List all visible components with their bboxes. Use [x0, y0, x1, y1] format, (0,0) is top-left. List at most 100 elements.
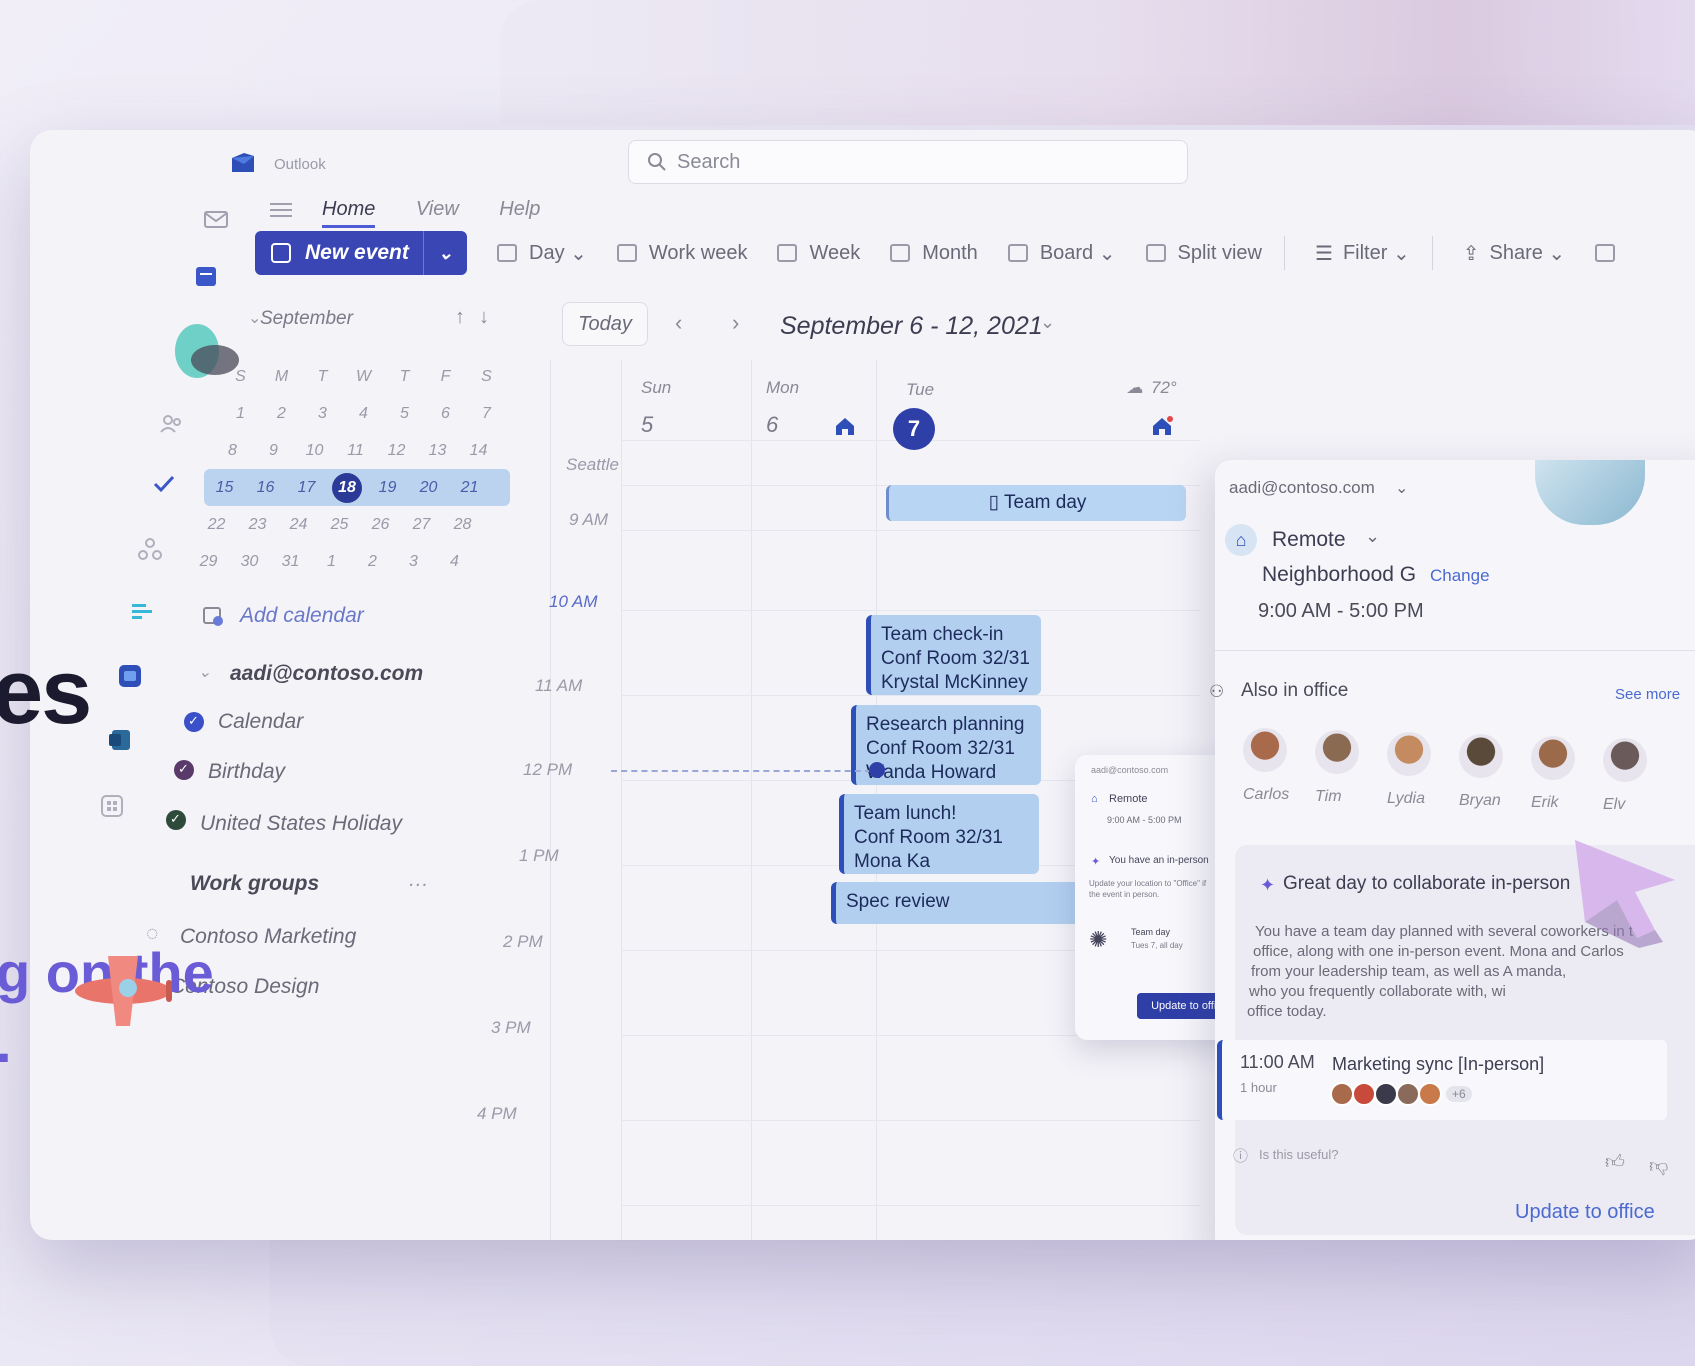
apps-icon[interactable]	[98, 792, 126, 820]
person-avatar[interactable]	[1243, 728, 1287, 772]
share-button[interactable]: ⇪ Share ⌄	[1463, 241, 1565, 266]
mini-calendar-day[interactable]: 28	[442, 516, 483, 534]
person-avatar[interactable]	[1459, 734, 1503, 778]
board-button[interactable]: Board ⌄	[1007, 241, 1116, 266]
mini-calendar-day[interactable]: 16	[245, 479, 286, 497]
hamburger-menu-icon[interactable]	[270, 202, 292, 218]
mini-calendar-day[interactable]: 4	[434, 553, 475, 571]
mini-calendar-day[interactable]: 2	[261, 405, 302, 423]
update-to-office-link[interactable]: Update to office	[1515, 1201, 1655, 1224]
mini-calendar-day[interactable]: 27	[401, 516, 442, 534]
mail-icon[interactable]	[202, 205, 230, 233]
filter-button[interactable]: ☰ Filter ⌄	[1315, 241, 1410, 266]
mini-calendar-day[interactable]: 20	[408, 479, 449, 497]
work-week-button[interactable]: Work week	[616, 242, 747, 265]
day-number-tue-selected[interactable]: 7	[893, 408, 935, 450]
day-number-sun[interactable]: 5	[641, 412, 653, 438]
mini-calendar-day[interactable]: 14	[458, 442, 499, 460]
day-view-button[interactable]: Day ⌄	[497, 241, 587, 266]
mini-calendar-day[interactable]: 19	[367, 479, 408, 497]
more-options-icon[interactable]: …	[408, 868, 429, 892]
date-range-dropdown-icon[interactable]: ⌄	[1040, 312, 1055, 333]
holiday-checkbox[interactable]	[166, 810, 186, 830]
mini-calendar-day[interactable]: 3	[302, 405, 343, 423]
mini-calendar-day[interactable]: 29	[188, 553, 229, 571]
mini-calendar-day[interactable]: 25	[319, 516, 360, 534]
mini-calendar-day[interactable]: 7	[466, 405, 507, 423]
week-button[interactable]: Week	[777, 242, 860, 265]
calendar-item-us-holiday[interactable]: United States Holiday	[200, 812, 402, 836]
person-avatar[interactable]	[1315, 730, 1359, 774]
new-event-dropdown-icon[interactable]: ⌄	[423, 231, 467, 275]
background-glass-bottom	[270, 1240, 1695, 1366]
panel-status[interactable]: Remote	[1272, 528, 1346, 552]
calendar-checkbox[interactable]	[184, 712, 204, 732]
person-avatar[interactable]	[1531, 736, 1575, 780]
mini-calendar-day[interactable]: 1	[220, 405, 261, 423]
account-dropdown-icon[interactable]: ⌄	[1395, 478, 1408, 498]
meeting-card[interactable]: 11:00 AM 1 hour Marketing sync [In-perso…	[1217, 1040, 1667, 1120]
calendar-rail-icon[interactable]	[192, 262, 220, 290]
word-icon[interactable]	[116, 662, 144, 690]
mini-calendar-day[interactable]: 15	[204, 479, 245, 497]
mini-calendar-day[interactable]: 12	[376, 442, 417, 460]
status-dropdown-icon[interactable]: ⌄	[1365, 526, 1380, 547]
calendar-item-calendar[interactable]: Calendar	[218, 710, 303, 734]
mini-calendar-day[interactable]: 26	[360, 516, 401, 534]
todo-icon[interactable]	[150, 470, 178, 498]
people-icon[interactable]	[158, 410, 186, 438]
mini-calendar-day[interactable]: 24	[278, 516, 319, 534]
mini-calendar-day[interactable]: 23	[237, 516, 278, 534]
mini-calendar-day[interactable]: 5	[384, 405, 425, 423]
thumbs-up-icon[interactable]: 👍︎	[1605, 1151, 1625, 1174]
outlook-app-icon[interactable]	[106, 726, 134, 754]
print-button[interactable]	[1595, 244, 1627, 262]
add-calendar-link[interactable]: Add calendar	[240, 604, 364, 628]
person-avatar[interactable]	[1603, 738, 1647, 782]
tab-view[interactable]: View	[416, 198, 459, 221]
mini-calendar-day[interactable]: 3	[393, 553, 434, 571]
mini-calendar-day[interactable]: 1	[311, 553, 352, 571]
mini-calendar-day[interactable]: 4	[343, 405, 384, 423]
calendar-item-birthday[interactable]: Birthday	[208, 760, 285, 784]
search-input[interactable]: Search	[628, 140, 1188, 184]
thumbs-down-icon[interactable]: 👎︎	[1649, 1155, 1668, 1178]
mini-calendar-day[interactable]: 21	[449, 479, 490, 497]
account-collapse-icon[interactable]: ⌄	[198, 662, 211, 682]
mini-calendar-day[interactable]: 9	[253, 442, 294, 460]
person-avatar[interactable]	[1387, 732, 1431, 776]
month-nav-arrows[interactable]: ↑↓	[455, 306, 503, 329]
team-day-event[interactable]: ▯ Team day	[886, 485, 1186, 521]
new-event-button[interactable]: New event ⌄	[255, 231, 467, 275]
mini-calendar-day[interactable]: 2	[352, 553, 393, 571]
work-groups-heading[interactable]: Work groups	[190, 872, 319, 896]
mini-calendar-day[interactable]: 30	[229, 553, 270, 571]
date-range-label[interactable]: September 6 - 12, 2021	[780, 312, 1043, 341]
next-week-icon[interactable]: ›	[732, 310, 739, 336]
mini-calendar-day[interactable]: 11	[335, 442, 376, 460]
month-button[interactable]: Month	[890, 242, 978, 265]
change-neighborhood-link[interactable]: Change	[1430, 566, 1490, 586]
event-team-check-in[interactable]: Team check-in Conf Room 32/31 Krystal Mc…	[866, 615, 1041, 695]
collab-title: Great day to collaborate in-person	[1283, 873, 1571, 894]
mini-calendar-day[interactable]: 13	[417, 442, 458, 460]
mini-calendar-day[interactable]: 6	[425, 405, 466, 423]
today-button[interactable]: Today	[562, 302, 648, 346]
birthday-checkbox[interactable]	[174, 760, 194, 780]
split-view-button[interactable]: Split view	[1145, 242, 1262, 265]
mini-calendar-day[interactable]: 8	[212, 442, 253, 460]
tab-help[interactable]: Help	[499, 198, 540, 221]
mini-calendar-day[interactable]: 31	[270, 553, 311, 571]
popup-status[interactable]: Remote	[1109, 793, 1148, 805]
mini-calendar-day[interactable]: 17	[286, 479, 327, 497]
previous-week-icon[interactable]: ‹	[675, 310, 682, 336]
groups-icon[interactable]	[136, 535, 164, 563]
mini-calendar-day[interactable]: 18	[332, 472, 362, 503]
event-team-lunch[interactable]: Team lunch! Conf Room 32/31 Mona Ka	[839, 794, 1039, 874]
day-number-mon[interactable]: 6	[766, 412, 778, 438]
mini-calendar-day[interactable]: 22	[196, 516, 237, 534]
see-more-link[interactable]: See more	[1615, 686, 1680, 703]
bookings-icon[interactable]	[128, 598, 156, 626]
tab-home[interactable]: Home	[322, 198, 376, 228]
mini-calendar-day[interactable]: 10	[294, 442, 335, 460]
